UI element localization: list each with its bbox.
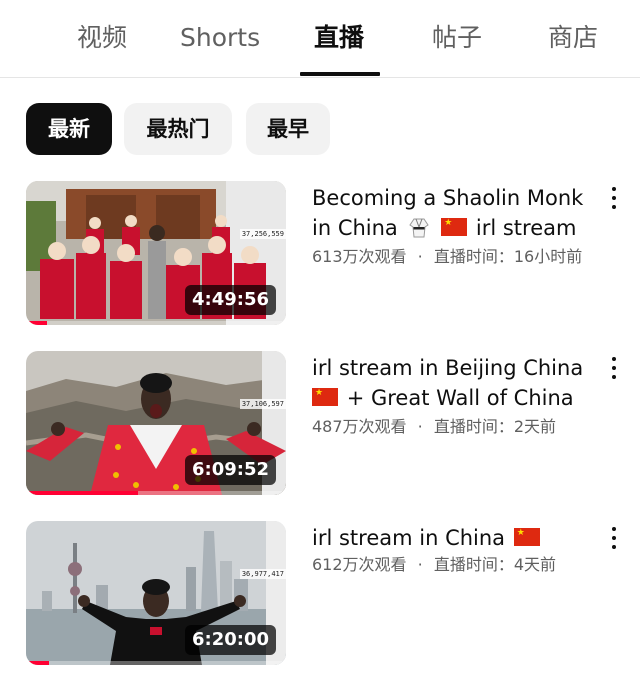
watch-progress-bar [26, 491, 138, 495]
video-title[interactable]: irl stream in China ★ [312, 523, 602, 553]
video-metadata: 612万次观看 · 直播时间：4天前 [312, 553, 556, 577]
video-thumbnail[interactable]: 37,106,597 6:09:52 [26, 351, 286, 495]
watch-progress-bar [26, 321, 47, 325]
video-duration: 4:49:56 [184, 285, 276, 315]
streamed-time: 直播时间：4天前 [433, 555, 557, 574]
view-count: 487万次观看 [312, 417, 407, 436]
tab-videos[interactable]: 视频 [77, 18, 127, 58]
tab-posts[interactable]: 帖子 [432, 18, 482, 58]
meta-separator: · [417, 417, 423, 436]
streamed-time: 直播时间：16小时前 [433, 247, 583, 266]
video-item[interactable]: 37,106,597 6:09:52 irl stream in Beijing… [0, 351, 640, 497]
video-thumbnail[interactable]: 37,256,559 4:49:56 [26, 181, 286, 325]
video-title-line-1: irl stream in China ★ [312, 523, 602, 553]
filter-chip-latest[interactable]: 最新 [26, 103, 112, 155]
stream-viewer-counter: 36,977,417 [239, 569, 286, 579]
video-duration: 6:20:00 [184, 625, 276, 655]
video-thumbnail[interactable]: 36,977,417 6:20:00 [26, 521, 286, 665]
china-flag-icon: ★ [441, 218, 468, 236]
more-options-icon[interactable] [604, 525, 624, 551]
video-title[interactable]: Becoming a Shaolin Monk in China ★ irl s… [312, 183, 602, 243]
video-title-text: irl stream in China [312, 526, 506, 550]
view-count: 613万次观看 [312, 247, 407, 266]
video-item[interactable]: 37,256,559 4:49:56 Becoming a Shaolin Mo… [0, 181, 640, 327]
video-title-line-2: in China ★ irl stream [312, 213, 602, 243]
martial-arts-uniform-icon [408, 218, 429, 238]
filter-chip-popular[interactable]: 最热门 [124, 103, 232, 155]
meta-separator: · [417, 247, 423, 266]
china-flag-icon: ★ [513, 528, 540, 546]
video-title-line-1: Becoming a Shaolin Monk [312, 186, 584, 210]
video-item[interactable]: 36,977,417 6:20:00 irl stream in China ★… [0, 521, 640, 667]
active-tab-indicator [300, 72, 380, 76]
meta-separator: · [417, 555, 423, 574]
video-duration: 6:09:52 [184, 455, 276, 485]
video-title-line-2-end: irl stream [475, 216, 577, 240]
stream-viewer-counter: 37,256,559 [239, 229, 286, 239]
watch-progress-bar [26, 661, 50, 665]
tab-shorts[interactable]: Shorts [180, 18, 260, 58]
watch-progress-track [26, 661, 286, 665]
video-metadata: 613万次观看 · 直播时间：16小时前 [312, 245, 582, 269]
video-metadata: 487万次观看 · 直播时间：2天前 [312, 415, 556, 439]
video-title-line-1: irl stream in Beijing China [312, 356, 584, 380]
filter-chip-oldest[interactable]: 最早 [246, 103, 330, 155]
streamed-time: 直播时间：2天前 [433, 417, 557, 436]
video-title[interactable]: irl stream in Beijing China ★ + Great Wa… [312, 353, 602, 413]
view-count: 612万次观看 [312, 555, 407, 574]
more-options-icon[interactable] [604, 185, 624, 211]
video-title-line-2-end: + Great Wall of China [346, 386, 574, 410]
watch-progress-track [26, 321, 286, 325]
stream-viewer-counter: 37,106,597 [239, 399, 286, 409]
tab-live[interactable]: 直播 [314, 18, 364, 58]
china-flag-icon: ★ [312, 388, 338, 406]
channel-tab-bar: 视频 Shorts 直播 帖子 商店 [0, 0, 640, 78]
video-title-line-2: ★ + Great Wall of China [312, 383, 602, 413]
more-options-icon[interactable] [604, 355, 624, 381]
tab-store[interactable]: 商店 [548, 18, 598, 58]
video-title-line-2-start: in China [312, 216, 398, 240]
